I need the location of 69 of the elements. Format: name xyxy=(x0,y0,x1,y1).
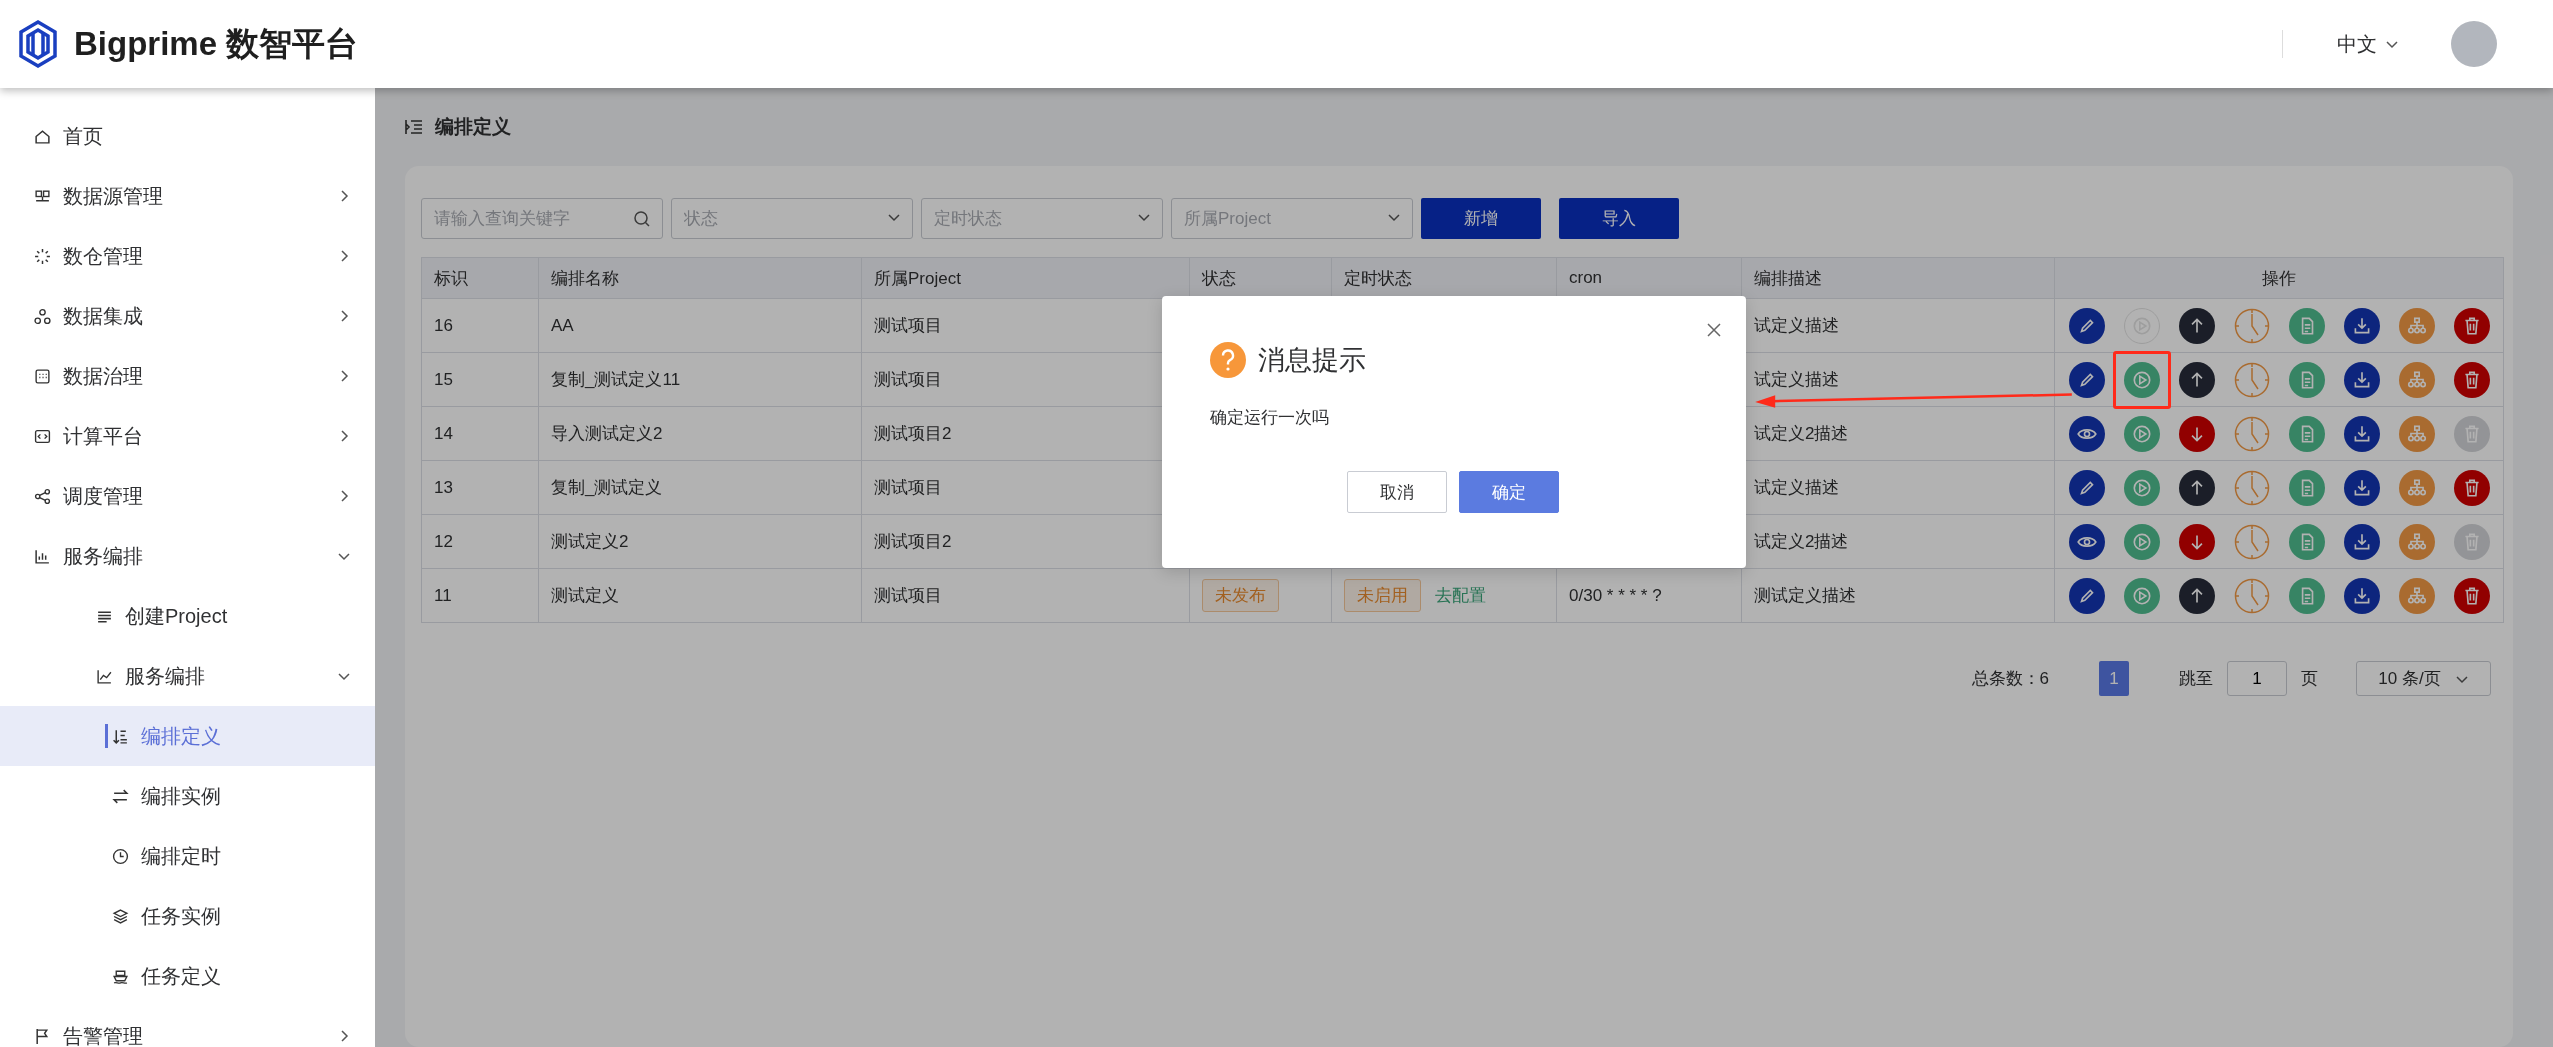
dialog-message: 确定运行一次吗 xyxy=(1210,407,1330,429)
sidebar-item[interactable]: 数据源管理 xyxy=(0,166,375,226)
table-cell: 测试项目2 xyxy=(874,424,952,443)
page-input[interactable]: 1 xyxy=(2227,661,2287,696)
sidebar-item[interactable]: 服务编排 xyxy=(0,646,375,706)
sidebar-item[interactable]: 数据集成 xyxy=(0,286,375,346)
column-header: 状态 xyxy=(1189,257,1332,299)
table-cell: 测试项目 xyxy=(874,478,942,497)
select-field[interactable]: 定时状态 xyxy=(921,198,1163,239)
table-cell: 复制_测试定义 xyxy=(551,478,663,497)
cancel-button[interactable]: 取消 xyxy=(1347,471,1447,513)
table-cell: 测试项目2 xyxy=(874,532,952,551)
sidebar-item[interactable]: 创建Project xyxy=(0,586,375,646)
table-cell: 11 xyxy=(434,585,452,605)
primary-button[interactable]: 导入 xyxy=(1559,198,1679,239)
table-cell: 13 xyxy=(434,477,453,497)
select-field[interactable]: 所属Project xyxy=(1171,198,1413,239)
dialog-title: 消息提示 xyxy=(1258,344,1366,377)
sidebar-item[interactable]: 编排实例 xyxy=(0,766,375,826)
language-select[interactable]: 中文 xyxy=(2331,29,2405,59)
column-header: cron xyxy=(1556,257,1742,299)
sidebar-item[interactable]: 调度管理 xyxy=(0,466,375,526)
table-cell: 测试项目 xyxy=(874,586,942,605)
table-cell: 试定义描述 xyxy=(1754,370,1839,389)
sidebar-item[interactable]: 告警管理 xyxy=(0,1006,375,1047)
sidebar-item[interactable]: 任务实例 xyxy=(0,886,375,946)
brand-title: Bigprime 数智平台 xyxy=(74,23,359,64)
table-cell: 16 xyxy=(434,315,453,335)
table-cell: 测试定义描述 xyxy=(1754,586,1856,605)
table-cell: 试定义描述 xyxy=(1754,478,1839,497)
sidebar-item[interactable]: 编排定义 xyxy=(0,706,375,766)
table-cell: 试定义2描述 xyxy=(1754,424,1849,443)
table-cell: 测试定义2 xyxy=(551,532,629,551)
sidebar-item[interactable]: 计算平台 xyxy=(0,406,375,466)
column-header: 所属Project xyxy=(861,257,1190,299)
sidebar-item[interactable]: 数据治理 xyxy=(0,346,375,406)
table-cell: 测试定义 xyxy=(551,586,619,605)
total-count: 总条数：6 xyxy=(1971,668,2049,690)
sidebar-item[interactable]: 首页 xyxy=(0,106,375,166)
table-cell: 15 xyxy=(434,369,453,389)
page-unit: 页 xyxy=(2301,668,2318,690)
column-header: 编排名称 xyxy=(538,257,862,299)
table-cell: 试定义描述 xyxy=(1754,316,1839,335)
sidebar-item[interactable]: 服务编排 xyxy=(0,526,375,586)
table-cell: 测试项目 xyxy=(874,370,942,389)
column-header: 定时状态 xyxy=(1331,257,1557,299)
search-field[interactable]: 请输入查询关键字 xyxy=(421,198,663,239)
table-cell: 复制_测试定义11 xyxy=(551,370,681,389)
table-cell: 试定义2描述 xyxy=(1754,532,1849,551)
table-cell: 测试项目 xyxy=(874,316,942,335)
sidebar-item[interactable]: 任务定义 xyxy=(0,946,375,1006)
table-cell: 12 xyxy=(434,531,453,551)
status-tag: 未发布 xyxy=(1202,579,1279,612)
select-field[interactable]: 状态 xyxy=(671,198,913,239)
table-cell: 14 xyxy=(434,423,453,443)
table-cell: 0/30 * * * * ? xyxy=(1569,585,1662,605)
column-header: 操作 xyxy=(2054,257,2504,299)
page-title: 编排定义 xyxy=(435,115,511,139)
jump-label: 跳至 xyxy=(2179,668,2213,690)
sidebar-item[interactable]: 编排定时 xyxy=(0,826,375,886)
table-cell: AA xyxy=(551,315,574,335)
confirm-button[interactable]: 确定 xyxy=(1459,471,1559,513)
column-header: 标识 xyxy=(421,257,539,299)
column-header: 编排描述 xyxy=(1741,257,2055,299)
page-size-select[interactable]: 10 条/页 xyxy=(2356,661,2491,696)
table-cell: 导入测试定义2 xyxy=(551,424,663,443)
primary-button[interactable]: 新增 xyxy=(1421,198,1541,239)
status-tag: 未启用 xyxy=(1344,579,1421,612)
sidebar-item[interactable]: 数仓管理 xyxy=(0,226,375,286)
